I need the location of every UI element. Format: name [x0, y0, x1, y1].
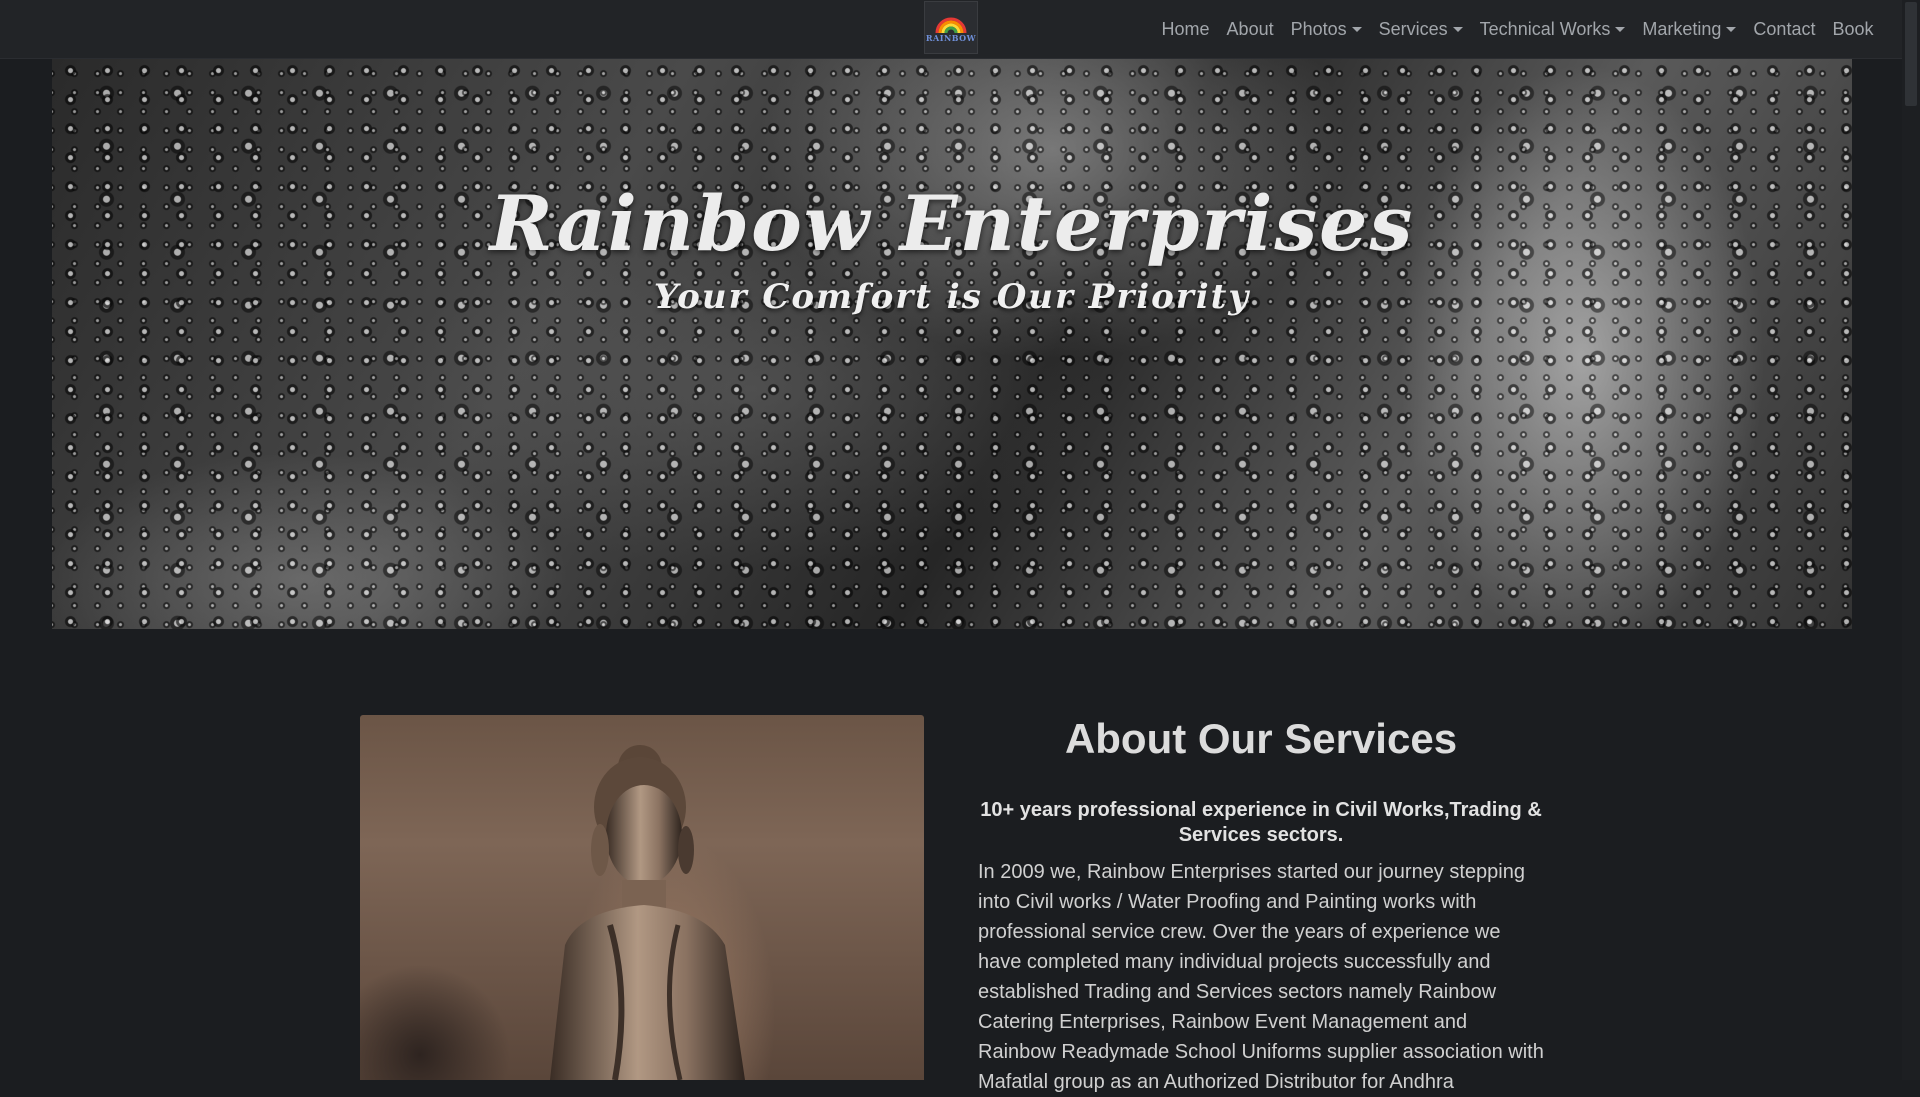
rain-drops-background: [52, 59, 1852, 629]
about-title: About Our Services: [1064, 715, 1458, 762]
nav-home[interactable]: Home: [1153, 19, 1218, 40]
caret-down-icon: [1726, 27, 1737, 32]
rainbow-logo-icon: [935, 17, 967, 33]
nav-technical-works-dropdown[interactable]: Technical Works: [1471, 19, 1634, 40]
nav-technical-works-label: Technical Works: [1479, 18, 1611, 39]
caret-down-icon: [1615, 27, 1626, 32]
nav-links: Home About Photos Services Technical Wor…: [1153, 0, 1882, 58]
about-subtitle: 10+ years professional experience in Civ…: [980, 799, 1542, 846]
nav-photos-dropdown[interactable]: Photos: [1282, 19, 1370, 40]
nav-book-label: Book: [1832, 18, 1874, 39]
brand-logo[interactable]: RAINBOW: [924, 1, 978, 54]
hero-title: Rainbow Enterprises: [489, 179, 1415, 268]
page-scrollbar[interactable]: [1902, 0, 1920, 1080]
nav-marketing-label: Marketing: [1642, 18, 1722, 39]
nav-book[interactable]: Book: [1824, 19, 1882, 40]
hero-subtitle: Your Comfort is Our Priority: [653, 277, 1251, 317]
brand-logo-text: RAINBOW: [925, 32, 977, 43]
hero-banner: Rainbow Enterprises Your Comfort is Our …: [52, 59, 1852, 629]
navbar: RAINBOW Home About Photos Services Techn…: [0, 0, 1902, 58]
about-body-text: In 2009 we, Rainbow Enterprises started …: [978, 861, 1544, 1093]
caret-down-icon: [1452, 27, 1463, 32]
nav-about[interactable]: About: [1218, 19, 1282, 40]
nav-services-label: Services: [1378, 18, 1448, 39]
nav-contact[interactable]: Contact: [1745, 19, 1824, 40]
buddha-statue-photo: [360, 715, 924, 1080]
nav-home-label: Home: [1161, 18, 1210, 39]
scrollbar-thumb[interactable]: [1905, 2, 1917, 106]
caret-down-icon: [1351, 27, 1362, 32]
nav-about-label: About: [1226, 18, 1274, 39]
nav-services-dropdown[interactable]: Services: [1370, 19, 1471, 40]
buddha-figure-icon: [550, 745, 745, 1080]
nav-contact-label: Contact: [1753, 18, 1816, 39]
nav-photos-label: Photos: [1290, 18, 1347, 39]
nav-marketing-dropdown[interactable]: Marketing: [1634, 19, 1745, 40]
